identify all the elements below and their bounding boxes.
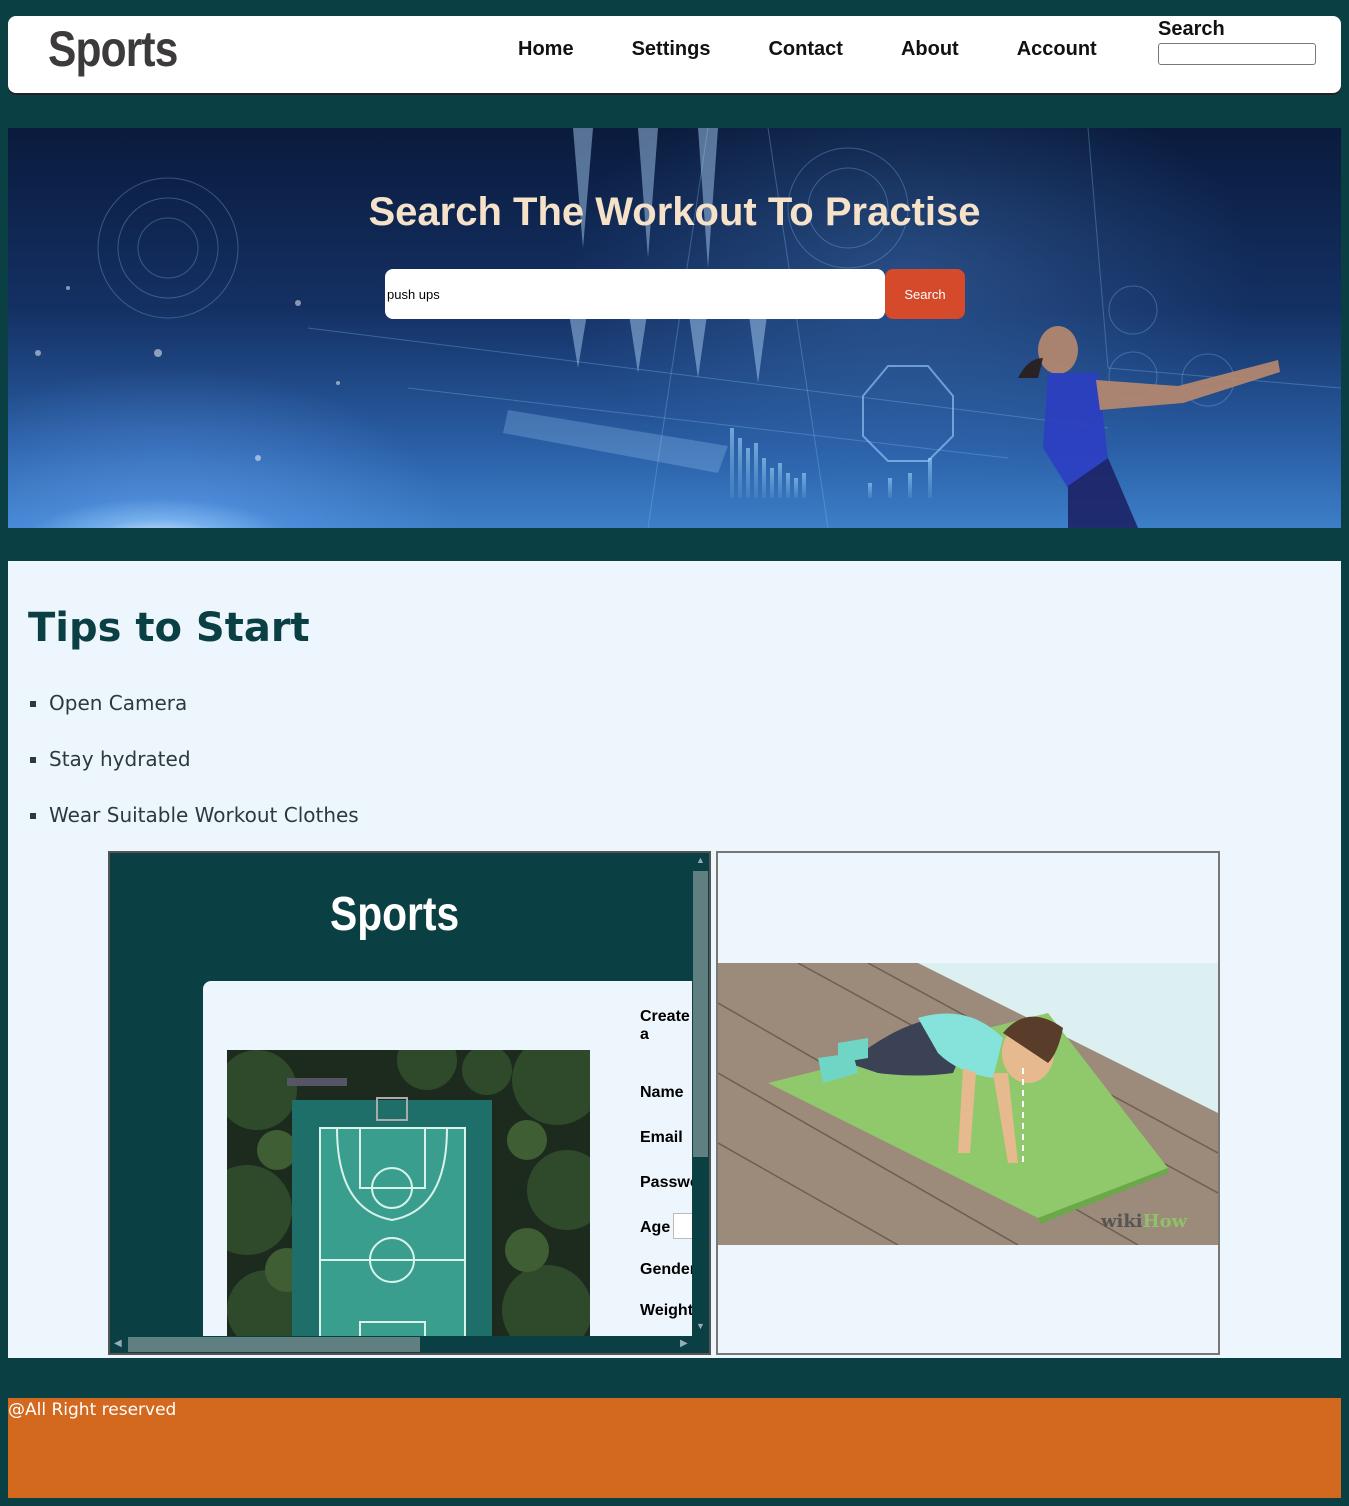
watermark-wiki: wiki bbox=[1101, 1211, 1143, 1232]
tips-list: Open Camera Stay hydrated Wear Suitable … bbox=[30, 691, 359, 859]
header-search-input[interactable] bbox=[1158, 43, 1316, 65]
bullet-icon bbox=[30, 757, 36, 763]
workout-search: Search bbox=[385, 269, 965, 319]
vertical-scroll-thumb[interactable] bbox=[693, 871, 708, 1157]
tips-section: Tips to Start Open Camera Stay hydrated … bbox=[8, 561, 1341, 1358]
workout-search-input[interactable] bbox=[385, 269, 885, 319]
header-search: Search bbox=[1158, 18, 1316, 65]
signup-embed-frame[interactable]: Sports Create a Name Email Passwo Age Ge… bbox=[108, 851, 711, 1355]
name-label: Name bbox=[640, 1084, 684, 1101]
signup-card: Create a Name Email Passwo Age Gender We… bbox=[203, 981, 703, 1353]
nav-contact[interactable]: Contact bbox=[768, 38, 842, 61]
scroll-down-icon[interactable]: ▼ bbox=[696, 1321, 705, 1331]
site-header: Sports Home Settings Contact About Accou… bbox=[8, 16, 1341, 93]
workout-search-button[interactable]: Search bbox=[885, 269, 965, 319]
horizontal-scroll-thumb[interactable] bbox=[128, 1337, 420, 1352]
email-label: Email bbox=[640, 1129, 683, 1146]
tips-title: Tips to Start bbox=[28, 605, 310, 651]
exercise-embed-frame[interactable]: wikiHow bbox=[716, 851, 1220, 1355]
scroll-right-icon[interactable]: ▶ bbox=[680, 1338, 688, 1349]
watermark-how: How bbox=[1142, 1211, 1188, 1232]
copyright-text: @All Right reserved bbox=[8, 1400, 177, 1420]
site-footer: @All Right reserved bbox=[8, 1398, 1341, 1498]
court-illustration bbox=[227, 1050, 590, 1340]
hero-background-graphic bbox=[35, 128, 1341, 528]
nav-settings[interactable]: Settings bbox=[632, 38, 711, 61]
vertical-scrollbar[interactable]: ▲ ▼ bbox=[692, 853, 709, 1337]
basketball-court-image bbox=[227, 1050, 590, 1340]
bullet-icon bbox=[30, 813, 36, 819]
site-logo[interactable]: Sports bbox=[48, 20, 178, 78]
weight-label: Weight bbox=[640, 1302, 694, 1319]
push-up-illustration: wikiHow bbox=[718, 963, 1218, 1245]
header-search-label: Search bbox=[1158, 18, 1225, 40]
scroll-left-icon[interactable]: ◀ bbox=[114, 1338, 122, 1349]
password-label: Passwo bbox=[640, 1174, 700, 1191]
tip-text: Wear Suitable Workout Clothes bbox=[49, 803, 359, 827]
embed-logo: Sports bbox=[330, 888, 460, 941]
tip-text: Stay hydrated bbox=[49, 747, 191, 771]
wikihow-watermark: wikiHow bbox=[1101, 1211, 1187, 1232]
nav-home[interactable]: Home bbox=[518, 38, 574, 61]
tip-text: Open Camera bbox=[49, 691, 188, 715]
hero-title: Search The Workout To Practise bbox=[368, 190, 981, 234]
bullet-icon bbox=[30, 701, 36, 707]
hero-banner: Search The Workout To Practise Search bbox=[8, 128, 1341, 528]
age-label: Age bbox=[640, 1219, 671, 1236]
push-up-drawing bbox=[718, 963, 1218, 1245]
list-item: Open Camera bbox=[30, 691, 359, 747]
nav-about[interactable]: About bbox=[901, 38, 959, 61]
gender-label: Gender bbox=[640, 1261, 697, 1278]
list-item: Stay hydrated bbox=[30, 747, 359, 803]
horizontal-scrollbar[interactable]: ◀ ▶ bbox=[110, 1336, 709, 1353]
main-nav: Home Settings Contact About Account bbox=[518, 38, 1155, 61]
scroll-up-icon[interactable]: ▲ bbox=[696, 855, 705, 865]
nav-account[interactable]: Account bbox=[1017, 38, 1097, 61]
